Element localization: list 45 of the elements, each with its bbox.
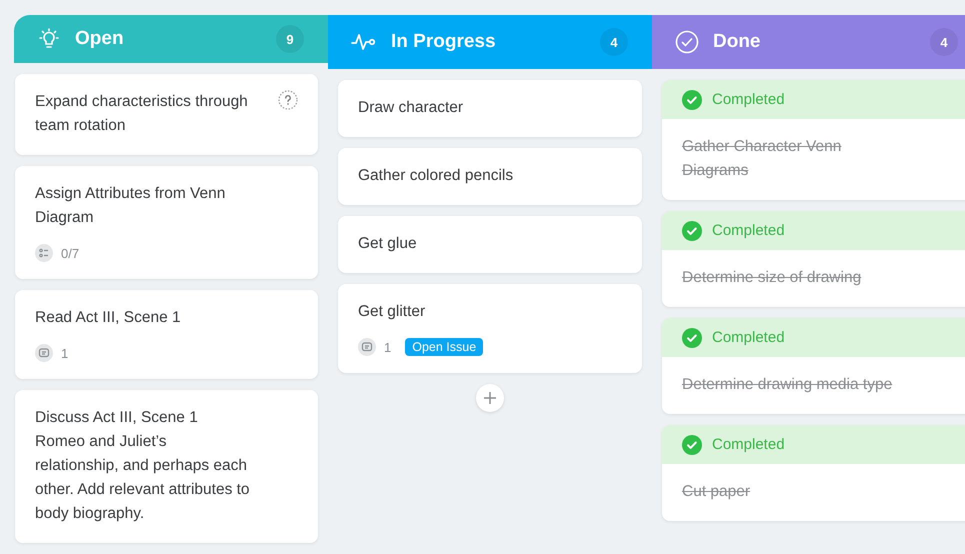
- column-title: Done: [713, 31, 762, 53]
- comment-icon: [35, 344, 53, 362]
- task-card[interactable]: Get glue: [338, 216, 642, 273]
- status-label: Completed: [712, 222, 785, 239]
- lightbulb-icon: [37, 27, 61, 51]
- column-title: In Progress: [391, 31, 497, 53]
- status-label: Completed: [712, 329, 785, 346]
- card-count: 4: [930, 28, 958, 56]
- status-label: Completed: [712, 91, 785, 108]
- card-title: Get glitter: [358, 302, 426, 322]
- add-card-button[interactable]: [476, 384, 504, 412]
- card-count: 4: [600, 28, 628, 56]
- card-title: Read Act III, Scene 1: [35, 308, 181, 328]
- check-circle-icon: [675, 30, 699, 54]
- card-title: Assign Attributes from Venn Diagram: [35, 184, 226, 228]
- plus-icon: [484, 392, 496, 404]
- check-circle-icon: [682, 328, 702, 348]
- task-card[interactable]: Expand characteristics through team rotation: [15, 74, 318, 155]
- comment-icon: [358, 338, 376, 356]
- card-title: Cut paper: [682, 482, 750, 502]
- task-card[interactable]: Draw character: [338, 80, 642, 137]
- task-card[interactable]: Gather colored pencils: [338, 148, 642, 205]
- status-label: Completed: [712, 436, 785, 453]
- check-circle-icon: [682, 90, 702, 110]
- card-title: Expand characteristics through team rotation: [35, 92, 249, 136]
- comment-count: 1: [61, 346, 68, 360]
- comment-count: 1: [384, 340, 392, 354]
- card-count: 9: [276, 25, 304, 53]
- column-title: Open: [75, 28, 125, 50]
- check-circle-icon: [682, 220, 702, 240]
- task-card[interactable]: Discuss Act III, Scene 1 Romeo and Juliet’s relationship, and perhaps each other. Add relevant attributes to body biography.: [15, 390, 318, 543]
- task-card[interactable]: Assign Attributes from Venn Diagram 0/7: [15, 166, 318, 279]
- checklist-count: 0/7: [61, 246, 80, 260]
- card-title: Determine size of drawing: [682, 268, 862, 288]
- card-title: Draw character: [358, 98, 464, 118]
- task-card[interactable]: Get glitter 1 Open Issue: [338, 284, 642, 373]
- card-title: Gather colored pencils: [358, 166, 514, 186]
- card-title: Determine drawing media type: [682, 375, 892, 395]
- help-icon[interactable]: [278, 90, 298, 110]
- check-circle-icon: [682, 434, 702, 454]
- card-title: Gather Character Venn Diagrams: [682, 137, 842, 181]
- card-title: Discuss Act III, Scene 1 Romeo and Juliet’s relationship, and perhaps each other. Add relevant attributes to body biography.: [35, 408, 250, 524]
- card-title: Get glue: [358, 234, 417, 254]
- checklist-icon: [35, 244, 53, 262]
- task-card[interactable]: Read Act III, Scene 1 1: [15, 290, 318, 379]
